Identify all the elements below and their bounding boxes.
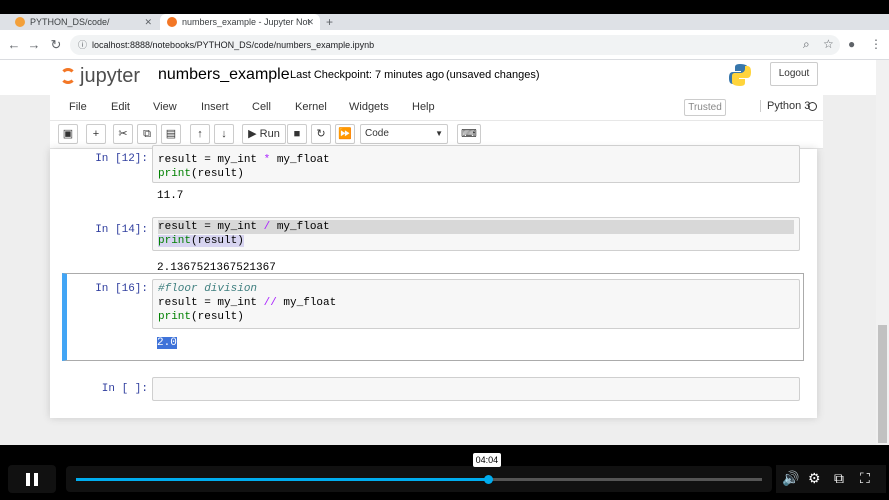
address-bar-row: ← → ↻ ⓘ localhost:8888/notebooks/PYTHON_…: [0, 30, 889, 60]
cell-input[interactable]: result = my_int * my_float print(result): [152, 145, 800, 183]
pause-icon: [34, 473, 38, 486]
menu-help[interactable]: Help: [412, 101, 435, 113]
new-tab-button[interactable]: +: [326, 14, 333, 30]
jupyter-header: jupyter numbers_example Last Checkpoint:…: [0, 60, 876, 95]
menu-cell[interactable]: Cell: [252, 101, 271, 113]
code-line: print(result): [158, 168, 244, 180]
cell-prompt: In [12]:: [95, 153, 148, 165]
menu-kebab-icon[interactable]: ⋮: [870, 37, 882, 51]
code-cell[interactable]: In [12]: result = my_int * my_float prin…: [62, 145, 804, 202]
code-line: result = my_int / my_float: [158, 220, 794, 234]
video-progress-bar[interactable]: [66, 466, 772, 492]
tab-title: PYTHON_DS/code/: [30, 17, 110, 27]
cell-prompt: In [ ]:: [101, 383, 148, 395]
copy-icon[interactable]: ⧉: [137, 124, 157, 144]
volume-icon[interactable]: 🔊: [782, 470, 799, 487]
browser-tab[interactable]: PYTHON_DS/code/ ✕: [8, 14, 158, 30]
progress-track: [76, 475, 762, 484]
code-line: print(result): [158, 311, 244, 323]
cell-input[interactable]: result = my_int / my_float print(result): [152, 217, 800, 251]
notebook-container: In [12]: result = my_int * my_float prin…: [50, 145, 817, 418]
cell-output: 11.7: [157, 190, 184, 202]
pause-button[interactable]: [8, 465, 56, 493]
menu-kernel[interactable]: Kernel: [295, 101, 327, 113]
code-cell[interactable]: In [14]: result = my_int / my_float prin…: [62, 217, 804, 277]
url-input[interactable]: ⓘ localhost:8888/notebooks/PYTHON_DS/cod…: [70, 35, 840, 55]
restart-icon[interactable]: ↻: [311, 124, 331, 144]
forward-arrow-icon[interactable]: →: [26, 37, 42, 52]
jupyter-logo[interactable]: jupyter: [60, 65, 140, 88]
empty-code-cell[interactable]: In [ ]:: [62, 377, 804, 405]
bookmark-star-icon[interactable]: ☆: [823, 37, 834, 51]
trusted-badge[interactable]: Trusted: [684, 99, 726, 116]
cell-input[interactable]: [152, 377, 800, 401]
scroll-thumb[interactable]: [878, 325, 887, 443]
unsaved-status: (unsaved changes): [446, 69, 540, 81]
move-up-icon[interactable]: ↑: [190, 124, 210, 144]
tab-title: numbers_example - Jupyter Not: [182, 17, 311, 27]
video-control-icons: 🔊 ⚙ ⧉ ⛶: [776, 465, 886, 493]
cell-type-select[interactable]: Code ▼: [360, 124, 448, 144]
insert-cell-icon[interactable]: +: [86, 124, 106, 144]
settings-gear-icon[interactable]: ⚙: [808, 470, 821, 487]
pause-icon: [26, 473, 30, 486]
move-down-icon[interactable]: ↓: [214, 124, 234, 144]
kernel-status-icon: [808, 102, 817, 111]
current-time: 04:04: [472, 453, 502, 467]
code-line: #floor division: [158, 283, 258, 295]
jupyter-favicon-icon: [167, 17, 177, 27]
code-line: print(result): [158, 235, 244, 247]
menu-edit[interactable]: Edit: [111, 101, 130, 113]
progress-thumb[interactable]: [483, 475, 493, 484]
cut-icon[interactable]: ✂: [113, 124, 133, 144]
url-text: localhost:8888/notebooks/PYTHON_DS/code/…: [92, 40, 375, 50]
cell-prompt: In [16]:: [95, 283, 148, 295]
fullscreen-icon[interactable]: ⛶: [860, 470, 870, 487]
profile-avatar[interactable]: ●: [848, 37, 855, 51]
page-scrollbar[interactable]: [876, 60, 889, 445]
menu-widgets[interactable]: Widgets: [349, 101, 389, 113]
save-icon[interactable]: ▣: [58, 124, 78, 144]
progress-fill: [76, 478, 488, 481]
menu-insert[interactable]: Insert: [201, 101, 229, 113]
logout-button[interactable]: Logout: [770, 62, 818, 86]
jupyter-logo-icon: [60, 68, 76, 84]
fast-forward-icon[interactable]: ⏩: [335, 124, 355, 144]
reload-icon[interactable]: ↻: [48, 37, 64, 53]
code-line: result = my_int * my_float: [158, 154, 330, 166]
menu-file[interactable]: File: [69, 101, 87, 113]
notebook-name[interactable]: numbers_example: [158, 66, 290, 84]
code-line: result = my_int // my_float: [158, 297, 337, 309]
jupyter-menubar: File Edit View Insert Cell Kernel Widget…: [50, 95, 823, 121]
browser-tab-active[interactable]: numbers_example - Jupyter Not ✕: [160, 14, 320, 30]
stop-icon[interactable]: ■: [287, 124, 307, 144]
picture-in-picture-icon[interactable]: ⧉: [834, 470, 844, 487]
jupyter-page: jupyter numbers_example Last Checkpoint:…: [0, 60, 889, 445]
menu-view[interactable]: View: [153, 101, 177, 113]
browser-tab-bar: PYTHON_DS/code/ ✕ numbers_example - Jupy…: [0, 14, 889, 30]
selected-cell[interactable]: In [16]: #floor division result = my_int…: [62, 273, 804, 361]
video-frame: { "browser": { "tabs": [ {"title": "PYTH…: [0, 0, 889, 500]
kernel-name: Python 3: [760, 100, 810, 112]
close-tab-icon[interactable]: ✕: [144, 14, 152, 30]
chevron-down-icon: ▼: [435, 129, 443, 138]
checkpoint-status: Last Checkpoint: 7 minutes ago: [290, 69, 445, 81]
back-arrow-icon[interactable]: ←: [6, 37, 22, 52]
python-logo-icon: [729, 64, 751, 86]
info-icon: ⓘ: [78, 40, 88, 50]
cell-input[interactable]: #floor division result = my_int // my_fl…: [152, 279, 800, 329]
cell-output: 2.0: [157, 337, 177, 349]
close-tab-icon[interactable]: ✕: [306, 14, 314, 30]
paste-icon[interactable]: ▤: [161, 124, 181, 144]
keyboard-icon[interactable]: ⌨: [457, 124, 481, 144]
zoom-icon[interactable]: ⌕: [803, 37, 810, 52]
run-button[interactable]: ▶ Run: [242, 124, 286, 144]
jupyter-favicon-icon: [15, 17, 25, 27]
cell-prompt: In [14]:: [95, 224, 148, 236]
